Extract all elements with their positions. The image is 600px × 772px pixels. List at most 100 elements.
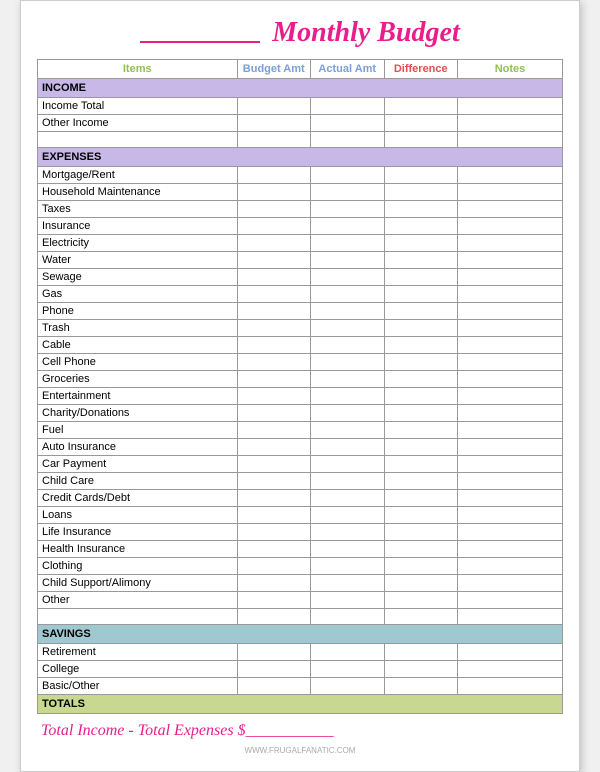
- notes-cell[interactable]: [458, 132, 563, 148]
- actual-cell[interactable]: [311, 439, 385, 456]
- actual-cell[interactable]: [311, 661, 385, 678]
- notes-cell[interactable]: [458, 541, 563, 558]
- actual-cell[interactable]: [311, 678, 385, 695]
- diff-cell[interactable]: [384, 167, 458, 184]
- diff-cell[interactable]: [384, 422, 458, 439]
- budget-cell[interactable]: [237, 678, 311, 695]
- actual-cell[interactable]: [311, 541, 385, 558]
- notes-cell[interactable]: [458, 115, 563, 132]
- actual-cell[interactable]: [311, 371, 385, 388]
- actual-cell[interactable]: [311, 252, 385, 269]
- diff-cell[interactable]: [384, 507, 458, 524]
- diff-cell[interactable]: [384, 286, 458, 303]
- actual-cell[interactable]: [311, 575, 385, 592]
- actual-cell[interactable]: [311, 473, 385, 490]
- diff-cell[interactable]: [384, 405, 458, 422]
- actual-cell[interactable]: [311, 592, 385, 609]
- notes-cell[interactable]: [458, 320, 563, 337]
- budget-cell[interactable]: [237, 473, 311, 490]
- budget-cell[interactable]: [237, 439, 311, 456]
- diff-cell[interactable]: [384, 558, 458, 575]
- budget-cell[interactable]: [237, 303, 311, 320]
- actual-cell[interactable]: [311, 456, 385, 473]
- diff-cell[interactable]: [384, 184, 458, 201]
- budget-cell[interactable]: [237, 252, 311, 269]
- diff-cell[interactable]: [384, 644, 458, 661]
- budget-cell[interactable]: [237, 456, 311, 473]
- diff-cell[interactable]: [384, 473, 458, 490]
- actual-cell[interactable]: [311, 269, 385, 286]
- budget-cell[interactable]: [237, 388, 311, 405]
- actual-cell[interactable]: [311, 490, 385, 507]
- actual-cell[interactable]: [311, 115, 385, 132]
- notes-cell[interactable]: [458, 524, 563, 541]
- budget-cell[interactable]: [237, 184, 311, 201]
- actual-cell[interactable]: [311, 524, 385, 541]
- budget-cell[interactable]: [237, 218, 311, 235]
- budget-cell[interactable]: [237, 98, 311, 115]
- notes-cell[interactable]: [458, 371, 563, 388]
- notes-cell[interactable]: [458, 490, 563, 507]
- notes-cell[interactable]: [458, 235, 563, 252]
- budget-cell[interactable]: [237, 320, 311, 337]
- actual-cell[interactable]: [311, 132, 385, 148]
- actual-cell[interactable]: [311, 320, 385, 337]
- actual-cell[interactable]: [311, 354, 385, 371]
- notes-cell[interactable]: [458, 184, 563, 201]
- diff-cell[interactable]: [384, 115, 458, 132]
- notes-cell[interactable]: [458, 592, 563, 609]
- budget-cell[interactable]: [237, 422, 311, 439]
- budget-cell[interactable]: [237, 201, 311, 218]
- budget-cell[interactable]: [237, 507, 311, 524]
- budget-cell[interactable]: [237, 132, 311, 148]
- budget-cell[interactable]: [237, 644, 311, 661]
- notes-cell[interactable]: [458, 661, 563, 678]
- diff-cell[interactable]: [384, 235, 458, 252]
- budget-cell[interactable]: [237, 524, 311, 541]
- diff-cell[interactable]: [384, 592, 458, 609]
- notes-cell[interactable]: [458, 286, 563, 303]
- diff-cell[interactable]: [384, 269, 458, 286]
- diff-cell[interactable]: [384, 439, 458, 456]
- diff-cell[interactable]: [384, 132, 458, 148]
- notes-cell[interactable]: [458, 473, 563, 490]
- actual-cell[interactable]: [311, 286, 385, 303]
- notes-cell[interactable]: [458, 354, 563, 371]
- diff-cell[interactable]: [384, 252, 458, 269]
- actual-cell[interactable]: [311, 218, 385, 235]
- actual-cell[interactable]: [311, 167, 385, 184]
- budget-cell[interactable]: [237, 661, 311, 678]
- notes-cell[interactable]: [458, 456, 563, 473]
- notes-cell[interactable]: [458, 558, 563, 575]
- budget-cell[interactable]: [237, 575, 311, 592]
- diff-cell[interactable]: [384, 678, 458, 695]
- notes-cell[interactable]: [458, 507, 563, 524]
- budget-cell[interactable]: [237, 167, 311, 184]
- actual-cell[interactable]: [311, 609, 385, 625]
- budget-cell[interactable]: [237, 558, 311, 575]
- budget-cell[interactable]: [237, 286, 311, 303]
- diff-cell[interactable]: [384, 337, 458, 354]
- budget-cell[interactable]: [237, 235, 311, 252]
- diff-cell[interactable]: [384, 303, 458, 320]
- actual-cell[interactable]: [311, 303, 385, 320]
- actual-cell[interactable]: [311, 184, 385, 201]
- actual-cell[interactable]: [311, 388, 385, 405]
- notes-cell[interactable]: [458, 388, 563, 405]
- budget-cell[interactable]: [237, 592, 311, 609]
- diff-cell[interactable]: [384, 541, 458, 558]
- notes-cell[interactable]: [458, 439, 563, 456]
- notes-cell[interactable]: [458, 575, 563, 592]
- notes-cell[interactable]: [458, 337, 563, 354]
- diff-cell[interactable]: [384, 354, 458, 371]
- actual-cell[interactable]: [311, 98, 385, 115]
- actual-cell[interactable]: [311, 337, 385, 354]
- notes-cell[interactable]: [458, 269, 563, 286]
- actual-cell[interactable]: [311, 558, 385, 575]
- diff-cell[interactable]: [384, 575, 458, 592]
- notes-cell[interactable]: [458, 303, 563, 320]
- budget-cell[interactable]: [237, 337, 311, 354]
- notes-cell[interactable]: [458, 167, 563, 184]
- diff-cell[interactable]: [384, 524, 458, 541]
- diff-cell[interactable]: [384, 388, 458, 405]
